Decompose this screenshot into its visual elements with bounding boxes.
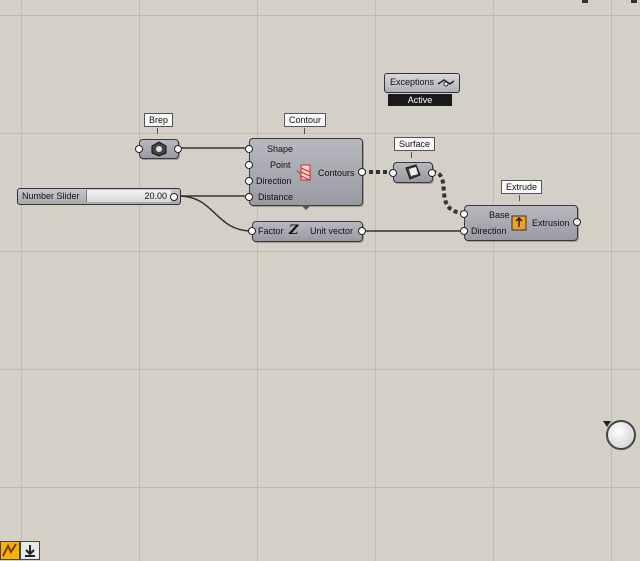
brep-output-grip[interactable]: [174, 145, 182, 153]
surface-icon: [405, 164, 421, 180]
exceptions-label: Exceptions: [390, 77, 435, 87]
brep-tag-stem: [157, 128, 158, 134]
extrude-grip-base[interactable]: [460, 210, 468, 218]
contour-input-distance: Distance: [258, 192, 294, 202]
extrude-input-direction: Direction: [471, 226, 507, 236]
canvas-edge-mark-1: [582, 0, 588, 3]
contour-grip-contours[interactable]: [358, 168, 366, 176]
exceptions-icon: [437, 79, 455, 87]
extrude-input-base: Base: [489, 210, 510, 220]
contour-collapse-arrow: [301, 205, 311, 210]
unit-vector-component[interactable]: Factor Z Unit vector: [252, 221, 363, 242]
number-slider-output-grip[interactable]: [170, 193, 178, 201]
surface-tag-stem: [411, 152, 412, 158]
contour-tag-stem: [304, 128, 305, 134]
surface-input-grip[interactable]: [389, 169, 397, 177]
download-icon-svg: [25, 545, 35, 557]
brep-hexagon-icon: [151, 141, 167, 157]
surface-component[interactable]: [393, 162, 433, 183]
brep-input-grip[interactable]: [135, 145, 143, 153]
brep-tag: Brep: [144, 113, 174, 127]
extrude-grip-direction[interactable]: [460, 227, 468, 235]
wire-surface-base: [431, 170, 465, 215]
extrude-grip-extrusion[interactable]: [573, 218, 581, 226]
contour-grip-direction[interactable]: [245, 177, 253, 185]
extrude-icon: [511, 215, 527, 231]
contour-input-direction: Direction: [256, 176, 292, 186]
unit-vector-grip-factor[interactable]: [248, 227, 256, 235]
number-slider-label: Number Slider: [22, 191, 80, 201]
number-slider-value: 20.00: [144, 191, 167, 201]
unit-z-icon: Z: [289, 223, 299, 238]
wire-layer: [178, 147, 465, 232]
number-slider-track[interactable]: 20.00: [86, 190, 171, 202]
unit-vector-output: Unit vector: [310, 226, 354, 236]
contour-tag: Contour: [284, 113, 327, 127]
extrude-component[interactable]: Base Direction Extrusion: [464, 205, 578, 241]
surface-tag: Surface: [394, 137, 436, 151]
extrude-output-extrusion: Extrusion: [532, 218, 570, 228]
contour-component[interactable]: Shape Point Direction Distance Contours: [249, 138, 363, 206]
number-slider[interactable]: Number Slider 20.00: [17, 188, 181, 205]
contour-input-point: Point: [270, 160, 291, 170]
unit-z-icon-text: Z: [289, 223, 299, 238]
extrude-tag: Extrude: [501, 180, 543, 194]
unit-vector-grip-output[interactable]: [358, 227, 366, 235]
exceptions-component[interactable]: Exceptions: [384, 73, 460, 93]
download-icon[interactable]: [20, 541, 40, 560]
contour-icon: [296, 164, 311, 181]
brep-component[interactable]: [139, 139, 179, 159]
grasshopper-icon[interactable]: [0, 541, 20, 560]
wire-slider-factor: [178, 195, 253, 232]
canvas-edge-mark-2: [631, 0, 637, 3]
contour-grip-shape[interactable]: [245, 145, 253, 153]
surface-output-grip[interactable]: [428, 169, 436, 177]
extrude-tag-stem: [519, 195, 520, 201]
grasshopper-icon-svg: [2, 543, 17, 557]
contour-input-shape: Shape: [267, 144, 294, 154]
contour-grip-distance[interactable]: [245, 193, 253, 201]
exceptions-status-bar: Active: [388, 94, 452, 106]
navigation-compass-pointer: [603, 421, 611, 427]
contour-grip-point[interactable]: [245, 161, 253, 169]
contour-output-contours: Contours: [318, 168, 355, 178]
unit-vector-input-factor: Factor: [258, 226, 284, 236]
